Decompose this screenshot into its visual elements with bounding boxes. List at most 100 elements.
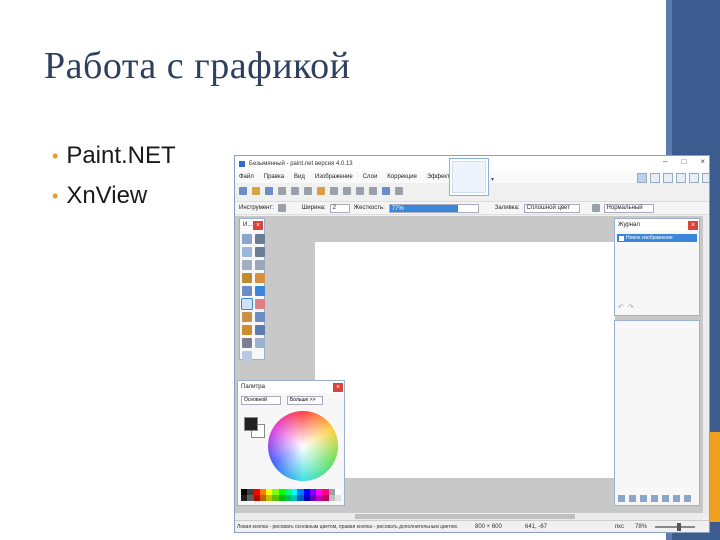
status-bar: Левая кнопка - рисовать основным цветом,…	[235, 520, 709, 532]
width-label: Ширина:	[301, 205, 326, 211]
history-close-icon[interactable]: ×	[688, 220, 698, 230]
print-icon[interactable]	[278, 186, 286, 195]
eraser-icon[interactable]	[255, 299, 265, 309]
cut-icon[interactable]	[291, 186, 299, 195]
color-picker-icon[interactable]	[255, 312, 265, 322]
layer-properties-icon[interactable]	[684, 495, 691, 502]
shapes-icon[interactable]	[242, 351, 252, 361]
vertical-scrollbar[interactable]	[703, 216, 709, 516]
palette-close-icon[interactable]: ×	[333, 382, 343, 392]
clone-stamp-icon[interactable]	[242, 325, 252, 335]
fill-select[interactable]: Сплошной цвет	[523, 203, 580, 213]
add-layer-icon[interactable]	[618, 495, 625, 502]
magic-wand-icon[interactable]	[242, 273, 252, 283]
merge-layer-icon[interactable]	[651, 495, 658, 502]
blend-mode-select[interactable]: Нормальный	[603, 203, 654, 213]
menu-edit[interactable]: Правка	[264, 174, 284, 180]
zoom-slider[interactable]	[655, 523, 695, 531]
layers-toggle-icon[interactable]	[663, 173, 673, 183]
paintbrush-icon[interactable]	[241, 298, 253, 310]
color-wheel[interactable]	[268, 411, 338, 481]
palette-panel-title: Палитра	[241, 384, 265, 390]
history-toggle-icon[interactable]	[650, 173, 660, 183]
menu-view[interactable]: Вид	[294, 174, 305, 180]
scrollbar-thumb[interactable]	[355, 514, 575, 519]
history-redo-icon[interactable]: ↷	[628, 303, 634, 311]
tools-toggle-icon[interactable]	[637, 173, 647, 183]
text-icon[interactable]	[242, 338, 252, 348]
palette-swatch[interactable]	[334, 495, 341, 501]
move-selection-icon[interactable]	[255, 247, 265, 257]
crop-icon[interactable]	[330, 186, 338, 195]
fill-label: Заливка:	[494, 205, 520, 211]
status-hint: Левая кнопка - рисовать основным цветом,…	[237, 524, 459, 530]
image-canvas[interactable]	[315, 242, 615, 478]
antialias-icon[interactable]	[591, 204, 600, 212]
brush-icon[interactable]	[277, 204, 286, 212]
pencil-icon[interactable]	[242, 312, 252, 322]
tools-close-icon[interactable]: ×	[253, 220, 263, 230]
duplicate-layer-icon[interactable]	[640, 495, 647, 502]
copy-icon[interactable]	[304, 186, 312, 195]
layer-up-icon[interactable]	[662, 495, 669, 502]
status-zoom[interactable]: 78%	[635, 524, 655, 530]
ruler-icon[interactable]	[395, 186, 403, 195]
rect-select-icon[interactable]	[242, 234, 252, 244]
tab-dropdown-icon[interactable]: ▾	[491, 176, 494, 183]
delete-layer-icon[interactable]	[629, 495, 636, 502]
paintnet-app-icon	[239, 160, 245, 167]
history-item[interactable]: Новое изображение	[617, 234, 697, 242]
redo-icon[interactable]	[369, 186, 377, 195]
new-file-icon[interactable]	[239, 186, 247, 195]
history-controls: ↶ ↷	[618, 303, 634, 311]
bucket-icon[interactable]	[242, 286, 252, 296]
maximize-button[interactable]: □	[681, 157, 686, 166]
help-icon[interactable]	[702, 173, 709, 183]
menu-layers[interactable]: Слои	[363, 174, 378, 180]
deselect-icon[interactable]	[343, 186, 351, 195]
open-file-icon[interactable]	[252, 186, 260, 195]
lasso-icon[interactable]	[242, 247, 252, 257]
paste-icon[interactable]	[317, 186, 325, 195]
hardness-value: 77%	[391, 205, 404, 212]
line-icon[interactable]	[255, 338, 265, 348]
palette-mode-select[interactable]: Основной	[241, 396, 281, 405]
ellipse-select-icon[interactable]	[242, 260, 252, 270]
gradient-icon[interactable]	[255, 286, 265, 296]
image-tab-thumbnail[interactable]	[449, 158, 489, 196]
palette-panel-header: Палитра ×	[238, 381, 344, 393]
layer-down-icon[interactable]	[673, 495, 680, 502]
tools-panel-title: И...	[243, 222, 253, 228]
minimize-button[interactable]: –	[663, 157, 667, 166]
hardness-slider[interactable]: 77%	[388, 203, 479, 213]
zoom-thumb[interactable]	[677, 523, 681, 531]
width-field[interactable]: 2	[329, 203, 350, 213]
move-icon[interactable]	[255, 234, 265, 244]
layers-controls	[618, 495, 691, 502]
settings-icon[interactable]	[689, 173, 699, 183]
save-icon[interactable]	[265, 186, 273, 195]
palette-more-button[interactable]: Больше >>	[287, 396, 323, 405]
window-controls: – □ ×	[663, 157, 705, 166]
menu-file[interactable]: Файл	[239, 174, 254, 180]
palette-toggle-icon[interactable]	[676, 173, 686, 183]
history-item-label: Новое изображение	[626, 235, 673, 241]
new-image-icon	[619, 235, 624, 241]
status-units[interactable]: пкс	[615, 524, 635, 530]
primary-color-swatch[interactable]	[244, 417, 258, 431]
palette-swatches	[241, 489, 341, 501]
slide-accent-stripe	[710, 432, 720, 522]
zoom-icon[interactable]	[255, 260, 265, 270]
horizontal-scrollbar[interactable]	[235, 513, 703, 520]
undo-icon[interactable]	[356, 186, 364, 195]
recolor-icon[interactable]	[255, 325, 265, 335]
layers-panel	[614, 320, 700, 506]
pan-icon[interactable]	[255, 273, 265, 283]
tools-panel: И... ×	[239, 218, 265, 361]
menu-adjustments[interactable]: Коррекция	[387, 174, 417, 180]
bullet-dot-icon: •	[52, 145, 59, 166]
history-undo-icon[interactable]: ↶	[618, 303, 624, 311]
menu-image[interactable]: Изображение	[315, 174, 353, 180]
grid-icon[interactable]	[382, 186, 390, 195]
close-button[interactable]: ×	[700, 157, 705, 166]
